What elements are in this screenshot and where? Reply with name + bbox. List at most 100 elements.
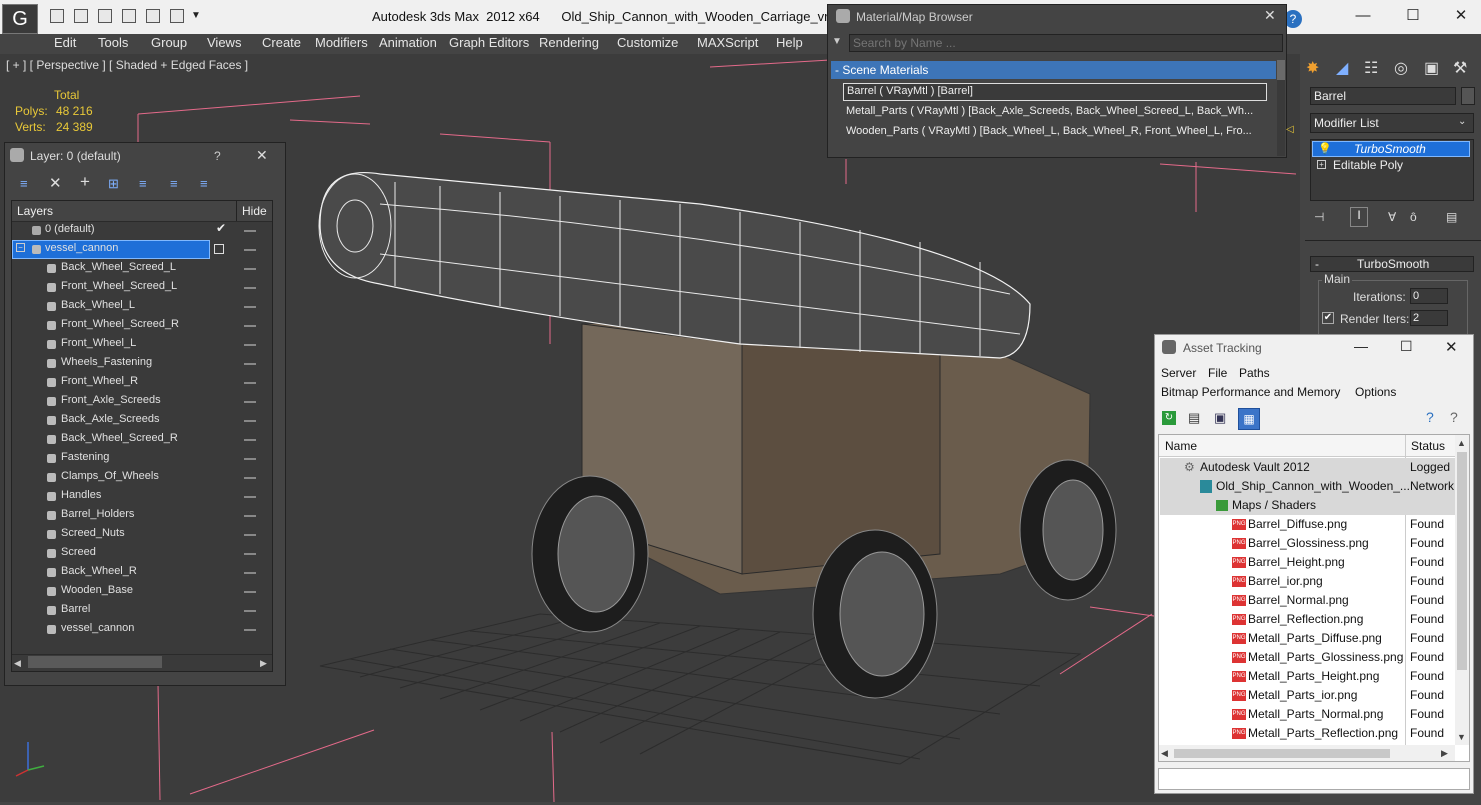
scrollbar-thumb[interactable] [1277, 60, 1285, 80]
hide-all-icon[interactable]: ≡ [170, 176, 178, 191]
hide-toggle[interactable] [244, 515, 256, 517]
list-view-icon[interactable]: ▤ [1188, 410, 1200, 426]
object-row[interactable]: Handles [12, 487, 272, 506]
menu-paths[interactable]: Paths [1239, 366, 1270, 380]
thumbnail-view-icon[interactable]: ▣ [1214, 410, 1226, 426]
asset-row[interactable]: PNG Metall_Parts_ior.png Found [1160, 686, 1456, 705]
hide-toggle[interactable] [244, 306, 256, 308]
close-icon[interactable]: ✕ [1264, 7, 1276, 24]
object-row[interactable]: Clamps_Of_Wheels [12, 468, 272, 487]
object-color-swatch[interactable] [1461, 87, 1475, 105]
menu-views[interactable]: Views [207, 35, 241, 50]
material-item-metall-parts[interactable]: Metall_Parts ( VRayMtl ) [Back_Axle_Scre… [843, 104, 1273, 124]
expand-icon[interactable]: + [1317, 160, 1326, 169]
hierarchy-tab-icon[interactable]: ☷ [1364, 58, 1378, 78]
menu-options[interactable]: Options [1355, 385, 1396, 399]
object-row[interactable]: Wheels_Fastening [12, 354, 272, 373]
application-menu-button[interactable]: G [2, 4, 38, 34]
menu-server[interactable]: Server [1161, 366, 1196, 380]
path-field[interactable] [1158, 768, 1470, 790]
pin-stack-icon[interactable]: ⊣ [1314, 210, 1324, 224]
object-row[interactable]: Fastening [12, 449, 272, 468]
new-scene-icon[interactable] [50, 9, 64, 23]
asset-row[interactable]: PNG Metall_Parts_Reflection.png Found [1160, 724, 1456, 744]
options-dropdown-icon[interactable]: ▼ [832, 36, 842, 47]
chevron-down-icon[interactable]: ▼ [191, 10, 201, 21]
save-file-icon[interactable] [98, 9, 112, 23]
menu-modifiers[interactable]: Modifiers [315, 35, 368, 50]
material-search-input[interactable] [849, 34, 1283, 52]
configure-sets-icon[interactable]: ▤ [1446, 210, 1457, 224]
context-help-icon[interactable]: ? [1450, 409, 1458, 425]
object-row[interactable]: Front_Axle_Screeds [12, 392, 272, 411]
create-layer-icon[interactable]: ≡ [20, 176, 28, 191]
object-row[interactable]: vessel_cannon [12, 620, 272, 639]
col-name[interactable]: Name [1165, 439, 1197, 453]
scrollbar-thumb[interactable] [1174, 749, 1390, 758]
object-name-field[interactable] [1310, 87, 1456, 105]
maximize-button[interactable]: ☐ [1400, 338, 1413, 355]
material-item-barrel[interactable]: Barrel ( VRayMtl ) [Barrel] [843, 83, 1267, 101]
asset-row[interactable]: PNG Barrel_Normal.png Found [1160, 591, 1456, 610]
menu-customize[interactable]: Customize [617, 35, 678, 50]
asset-row[interactable]: PNG Barrel_Diffuse.png Found [1160, 515, 1456, 534]
object-row[interactable]: Front_Wheel_L [12, 335, 272, 354]
hide-toggle[interactable] [244, 344, 256, 346]
close-panel-button[interactable]: ✕ [256, 147, 268, 164]
freeze-all-icon[interactable]: ≡ [200, 176, 208, 191]
asset-row-vault[interactable]: ⚙ Autodesk Vault 2012 Logged [1160, 458, 1456, 477]
asset-row-max-file[interactable]: Old_Ship_Cannon_with_Wooden_... Network [1160, 477, 1456, 496]
hide-toggle[interactable] [244, 420, 256, 422]
render-iters-checkbox[interactable]: ✔ [1322, 312, 1334, 324]
menu-animation[interactable]: Animation [379, 35, 437, 50]
render-iters-spinner[interactable] [1410, 310, 1448, 326]
show-end-result-icon[interactable]: I [1350, 207, 1368, 227]
menu-graph-editors[interactable]: Graph Editors [449, 35, 529, 50]
delete-layer-icon[interactable]: ✕ [49, 174, 62, 192]
undo-icon[interactable] [122, 9, 136, 23]
hide-toggle[interactable] [244, 325, 256, 327]
asset-row[interactable]: PNG Barrel_Glossiness.png Found [1160, 534, 1456, 553]
asset-row[interactable]: PNG Barrel_ior.png Found [1160, 572, 1456, 591]
project-folder-icon[interactable] [170, 9, 184, 23]
redo-icon[interactable] [146, 9, 160, 23]
make-unique-icon[interactable]: ∀ [1388, 210, 1396, 224]
help-button[interactable]: ? [214, 149, 221, 163]
layer-row-default[interactable]: 0 (default) ✔ [12, 221, 272, 240]
hide-toggle[interactable] [244, 496, 256, 498]
hide-toggle[interactable] [244, 401, 256, 403]
menu-group[interactable]: Group [151, 35, 187, 50]
menu-maxscript[interactable]: MAXScript [697, 35, 758, 50]
viewport-label[interactable]: [ + ] [ Perspective ] [ Shaded + Edged F… [6, 58, 248, 72]
object-row[interactable]: Wooden_Base [12, 582, 272, 601]
minimize-button[interactable]: — [1348, 6, 1378, 26]
object-row[interactable]: Back_Wheel_R [12, 563, 272, 582]
scroll-left-icon[interactable]: ◀ [14, 658, 21, 669]
open-file-icon[interactable] [74, 9, 88, 23]
menu-tools[interactable]: Tools [98, 35, 128, 50]
hide-toggle[interactable] [244, 363, 256, 365]
scrollbar-thumb[interactable] [1457, 452, 1467, 670]
hide-toggle[interactable] [244, 591, 256, 593]
object-row[interactable]: Back_Wheel_L [12, 297, 272, 316]
maximize-button[interactable]: ☐ [1398, 6, 1428, 26]
modify-tab-icon[interactable]: ◢ [1336, 58, 1348, 78]
add-to-layer-icon[interactable]: + [80, 172, 90, 192]
object-row[interactable]: Front_Wheel_Screed_R [12, 316, 272, 335]
scroll-up-icon[interactable]: ▲ [1457, 438, 1466, 448]
material-item-wooden-parts[interactable]: Wooden_Parts ( VRayMtl ) [Back_Wheel_L, … [843, 124, 1273, 144]
object-row[interactable]: Front_Wheel_R [12, 373, 272, 392]
hide-toggle[interactable] [244, 382, 256, 384]
scroll-right-icon[interactable]: ▶ [1441, 748, 1448, 759]
motion-tab-icon[interactable]: ◎ [1394, 58, 1408, 78]
iterations-spinner[interactable] [1410, 288, 1448, 304]
hide-toggle[interactable] [244, 534, 256, 536]
asset-row[interactable]: PNG Metall_Parts_Height.png Found [1160, 667, 1456, 686]
hide-toggle[interactable] [244, 629, 256, 631]
refresh-icon[interactable]: ↻ [1162, 411, 1176, 425]
expand-arrow-icon[interactable]: ◁ [1286, 124, 1294, 135]
scrollbar-thumb[interactable] [28, 656, 162, 668]
hide-toggle[interactable] [244, 572, 256, 574]
col-layers[interactable]: Layers [17, 204, 53, 218]
object-row[interactable]: Back_Wheel_Screed_L [12, 259, 272, 278]
